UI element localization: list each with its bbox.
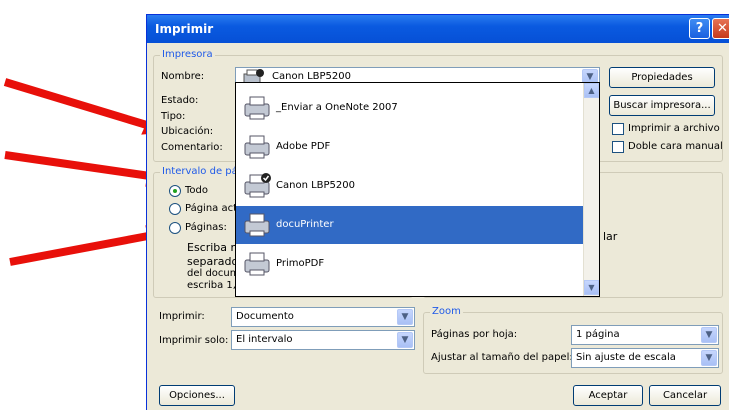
chevron-down-icon[interactable]: ▼ xyxy=(397,309,413,325)
title-bar: Imprimir ? ✕ xyxy=(147,15,729,43)
name-label: Nombre: xyxy=(161,71,205,82)
collate-label-partial: lar xyxy=(603,230,618,243)
radio-pages-label: Páginas: xyxy=(185,222,227,233)
chevron-down-icon[interactable]: ▼ xyxy=(397,332,413,348)
radio-all[interactable] xyxy=(169,185,181,197)
dialog-title: Imprimir xyxy=(155,22,214,36)
printer-option[interactable]: Canon LBP5200 xyxy=(236,167,585,205)
help-button[interactable]: ? xyxy=(689,18,710,39)
printer-option-label: Adobe PDF xyxy=(276,141,331,152)
properties-button[interactable]: Propiedades xyxy=(609,67,715,88)
pages-per-sheet-value: 1 página xyxy=(576,329,620,340)
scroll-down-icon[interactable]: ▼ xyxy=(584,280,599,295)
print-only-select[interactable]: El intervalo ▼ xyxy=(231,330,415,350)
radio-all-label: Todo xyxy=(185,185,208,196)
print-what-value: Documento xyxy=(236,311,294,322)
dropdown-scrollbar[interactable]: ▲ ▼ xyxy=(583,83,599,296)
radio-pages[interactable] xyxy=(169,222,181,234)
radio-current-page[interactable] xyxy=(169,203,181,215)
printer-option-label: Canon LBP5200 xyxy=(276,180,355,191)
printer-option-label: _Enviar a OneNote 2007 xyxy=(276,102,398,113)
printer-option-label: docuPrinter xyxy=(276,219,334,230)
scale-value: Sin ajuste de escala xyxy=(576,352,676,363)
print-what-label: Imprimir: xyxy=(159,311,205,322)
printer-group-label: Impresora xyxy=(160,49,215,60)
location-label: Ubicación: xyxy=(161,126,214,137)
printer-option[interactable]: docuPrinter xyxy=(236,206,585,244)
radio-current-page-label: Página act xyxy=(185,203,238,214)
pages-per-sheet-select[interactable]: 1 página ▼ xyxy=(571,325,719,345)
printer-option[interactable]: PrimoPDF xyxy=(236,245,585,283)
print-what-select[interactable]: Documento ▼ xyxy=(231,307,415,327)
annotation-arrow-intervalo xyxy=(4,151,151,180)
scale-label: Ajustar al tamaño del papel: xyxy=(431,352,573,363)
printer-dropdown-list: _Enviar a OneNote 2007 Adobe PDF Canon LBP… xyxy=(235,82,600,297)
printer-name-value: Canon LBP5200 xyxy=(272,71,351,82)
print-only-value: El intervalo xyxy=(236,334,293,345)
cancel-button[interactable]: Cancelar xyxy=(649,385,721,406)
print-dialog: Imprimir ? ✕ Impresora Nombre: Canon LBP… xyxy=(146,14,729,410)
page-range-group-label: Intervalo de pá xyxy=(160,166,240,177)
zoom-group-label: Zoom xyxy=(430,306,463,317)
printer-option[interactable]: _Enviar a OneNote 2007 xyxy=(236,89,585,127)
options-button[interactable]: Opciones... xyxy=(159,385,235,406)
scale-select[interactable]: Sin ajuste de escala ▼ xyxy=(571,348,719,368)
printer-icon xyxy=(244,252,270,276)
chevron-down-icon[interactable]: ▼ xyxy=(701,350,717,366)
annotation-arrow-ubicacion xyxy=(3,78,152,130)
pages-per-sheet-label: Páginas por hoja: xyxy=(431,329,518,340)
close-button[interactable]: ✕ xyxy=(712,18,729,39)
scroll-up-icon[interactable]: ▲ xyxy=(584,83,599,98)
printer-option-label: PrimoPDF xyxy=(276,258,325,269)
annotation-arrow-paginas xyxy=(9,232,149,266)
printer-icon xyxy=(244,173,271,198)
accept-button[interactable]: Aceptar xyxy=(573,385,643,406)
print-to-file-checkbox[interactable] xyxy=(612,123,624,135)
duplex-label: Doble cara manual xyxy=(628,141,723,152)
find-printer-button[interactable]: Buscar impresora... xyxy=(609,95,715,116)
printer-icon xyxy=(244,213,270,237)
status-label: Estado: xyxy=(161,95,199,106)
comment-label: Comentario: xyxy=(161,142,223,153)
duplex-checkbox[interactable] xyxy=(612,141,624,153)
printer-option[interactable]: Adobe PDF xyxy=(236,128,585,166)
type-label: Tipo: xyxy=(161,111,186,122)
print-to-file-label: Imprimir a archivo xyxy=(628,123,720,134)
printer-icon xyxy=(244,96,270,120)
printer-icon xyxy=(244,135,270,159)
chevron-down-icon[interactable]: ▼ xyxy=(701,327,717,343)
print-only-label: Imprimir solo: xyxy=(159,335,229,346)
